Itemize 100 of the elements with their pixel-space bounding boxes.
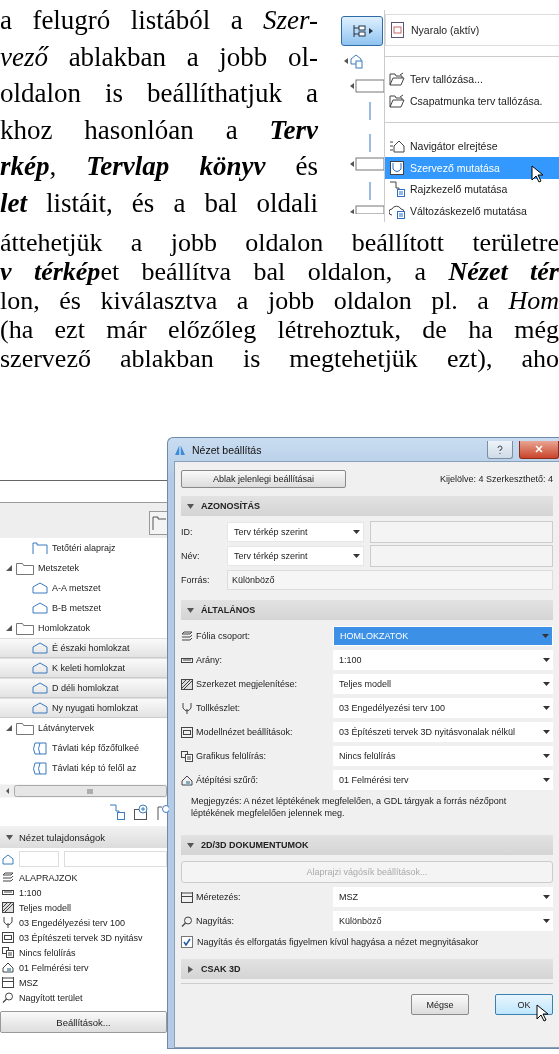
text-line: rkép, Tervlap könyv és [0, 150, 318, 183]
field-label: Méretezés: [196, 892, 241, 902]
dropdown[interactable]: Terv térkép szerint [227, 522, 364, 542]
section-header[interactable]: 2D/3D DOKUMENTUMOK [181, 835, 553, 855]
property-value: MSZ [19, 977, 38, 988]
field-label: Forrás: [181, 575, 210, 585]
folder-icon [16, 721, 34, 735]
tree-item[interactable]: Ny nyugati homlokzat [0, 698, 167, 718]
tree-item[interactable]: Távlati kép tó felől az [0, 758, 167, 778]
tree-item[interactable]: D déli homlokzat [0, 678, 167, 698]
tree-item[interactable]: Tetőtéri alaprajz [0, 538, 167, 558]
field-label: Nagyítás: [196, 916, 235, 926]
settings-button[interactable]: Beállítások... [0, 1011, 167, 1033]
menu-item[interactable]: Nyaralo (aktív) [385, 14, 559, 46]
text-line: lon, és kiválasztva a jobb oldalon pl. a Hom [0, 286, 559, 315]
overlapping-squares-icon [2, 947, 14, 958]
help-icon [497, 444, 503, 454]
open-folder-icon [389, 72, 405, 87]
tree-item[interactable]: A-A metszet [0, 578, 167, 598]
app-icon [174, 443, 186, 456]
hatched-square-icon [181, 678, 193, 690]
navigator-icon [389, 138, 405, 153]
text-field[interactable] [19, 851, 59, 867]
section-header[interactable]: AZONOSÍTÁS [181, 496, 553, 516]
close-button[interactable] [519, 440, 559, 459]
window-title: Nézet beállítás [192, 443, 263, 456]
dropdown[interactable]: 01 Felmérési terv [333, 770, 553, 790]
floor-plan-icon [32, 542, 48, 554]
dropdown[interactable]: MSZ [333, 887, 553, 907]
house-outline-icon [32, 682, 48, 694]
text-field[interactable] [370, 521, 553, 543]
text-line: áttehetjük a jobb oldalon beállított területre [0, 228, 559, 257]
property-value: 1:100 [19, 887, 42, 898]
checkbox[interactable] [181, 936, 193, 948]
organizer-icon [389, 159, 405, 176]
help-button[interactable] [487, 440, 513, 459]
text-field[interactable] [64, 851, 167, 867]
hatched-square-icon [2, 902, 14, 913]
check-icon [183, 938, 191, 946]
text-line: oldalon is beállíthatjuk a [0, 77, 318, 110]
dialog-button[interactable]: Mégse [411, 994, 469, 1015]
text-line: (ha ezt már előzőleg létrehoztuk, de ha még [0, 315, 559, 344]
text-line: szervező ablakban is megtehetjük ezt), aho [0, 344, 559, 373]
tree-item[interactable]: Távlati kép főzőfülkeé [0, 738, 167, 758]
dropdown[interactable]: 1:100 [333, 650, 553, 670]
field-label: ID: [181, 527, 193, 537]
house-outline-icon [32, 602, 48, 614]
menu-item[interactable]: Terv tallózása... [385, 68, 559, 91]
text-line: v térképet beállítva bal oldalon, a Nézet tér [0, 257, 559, 286]
mouse-pointer-icon [536, 1004, 548, 1022]
folder-icon [16, 621, 34, 635]
navigator-toolbar-button[interactable] [341, 16, 383, 46]
dropdown[interactable]: Nincs felülírás [333, 746, 553, 766]
ruler-icon [2, 887, 14, 898]
tree-item[interactable]: B-B metszet [0, 598, 167, 618]
new-view-icon [109, 804, 125, 820]
close-icon [535, 445, 543, 453]
property-value: Nincs felülírás [19, 947, 76, 958]
dropdown[interactable]: 03 Építészeti tervek 3D nyitásvonalak nélkül [333, 722, 553, 742]
tree-item[interactable]: K keleti homlokzat [0, 658, 167, 678]
dimension-icon [2, 977, 14, 988]
field-label: Arány: [196, 655, 222, 665]
pen-nib-icon [181, 702, 193, 714]
field-label: Modellnézet beállítások: [196, 727, 293, 737]
menu-item[interactable]: Változáskezelő mutatása [385, 200, 559, 222]
dropdown-arrow-icon [353, 530, 360, 534]
tree-item[interactable]: Metszetek [0, 558, 167, 578]
dropdown[interactable]: Különböző [333, 911, 553, 931]
field-label: Grafikus felülírás: [196, 751, 267, 761]
layout-button[interactable] [149, 511, 167, 535]
text-field[interactable] [370, 545, 553, 567]
dropdown[interactable]: Teljes modell [333, 674, 553, 694]
dropdown[interactable]: Terv térkép szerint [227, 546, 364, 566]
dropdown[interactable]: 03 Engedélyezési terv 100 [333, 698, 553, 718]
menu-item[interactable]: Csapatmunka terv tallózása. [385, 90, 559, 113]
text-line: khoz hasonlóan a Terv [0, 113, 318, 147]
property-value: 03 Építészeti tervek 3D nyitásv [19, 932, 143, 943]
open-folder-icon [389, 94, 405, 109]
checkbox-label: Nagyítás és elforgatás figyelmen kívül hagyása a nézet megnyitásakor [197, 937, 479, 947]
section-header[interactable]: ÁLTALÁNOS [181, 600, 553, 620]
drawing-list-icon [389, 181, 405, 198]
tree-item[interactable]: Látványtervek [0, 718, 167, 738]
current-settings-button[interactable]: Ablak jelenlegi beállításai [181, 470, 346, 488]
menu-item[interactable]: Rajzkezelő mutatása [385, 178, 559, 201]
house-outline-icon [32, 642, 48, 654]
menu-item[interactable]: Navigátor elrejtése [385, 135, 559, 157]
dropdown-arrow-icon [543, 919, 550, 923]
layers-icon [2, 872, 14, 883]
property-value: ALAPRAJZOK [19, 872, 78, 883]
tree-item[interactable]: Homlokzatok [0, 618, 167, 638]
house-icon [2, 962, 14, 973]
field-label: Tollkészlet: [196, 703, 240, 713]
text-line: vező ablakban a jobb ol- [0, 40, 318, 74]
text-line: let listáit, és a bal oldali [0, 186, 318, 220]
field-label: Fólia csoport: [196, 631, 251, 641]
properties-header[interactable]: Nézet tulajdonságok [0, 826, 167, 848]
perspective-view-icon [32, 761, 48, 775]
tree-item[interactable]: É északi homlokzat [0, 638, 167, 658]
section-header[interactable]: CSAK 3D [181, 959, 553, 979]
folder-icon [16, 561, 34, 575]
